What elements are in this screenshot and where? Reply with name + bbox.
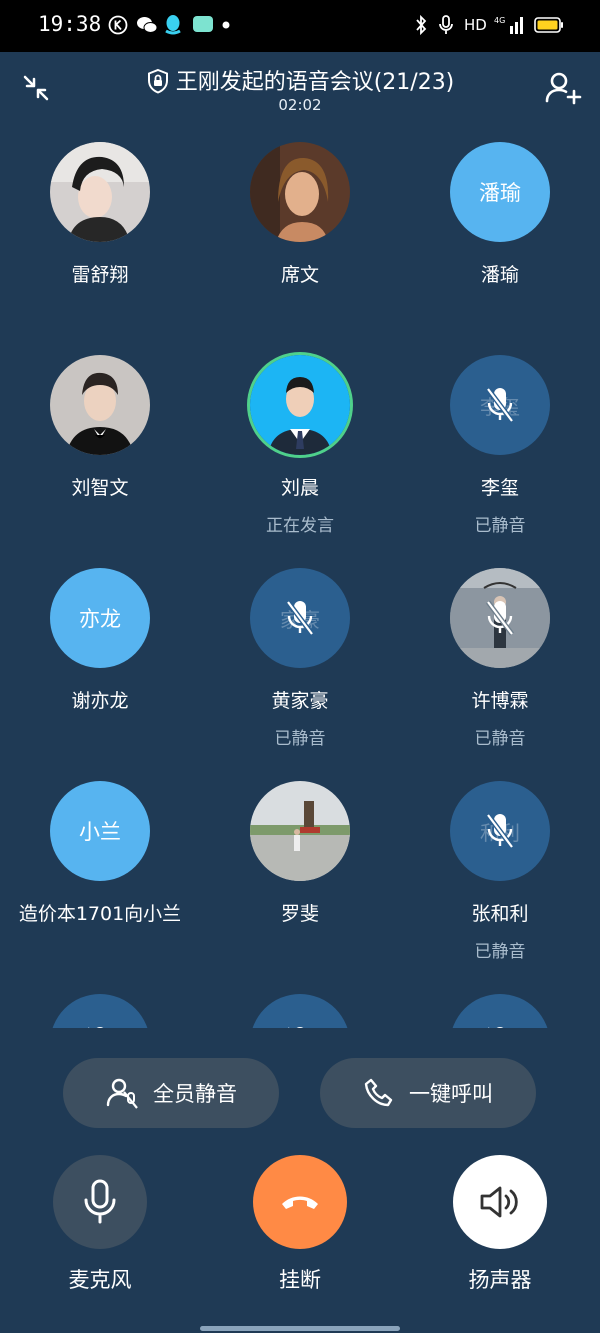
mute-all-button[interactable]: 全员静音 (63, 1058, 279, 1128)
avatar: 小兰 (50, 781, 150, 881)
avatar (50, 355, 150, 455)
participant-tile[interactable]: 家豪 黄家豪 已静音 (200, 548, 400, 749)
avatar (250, 355, 350, 455)
muted-status: 已静音 (274, 729, 326, 749)
mute-all-label: 全员静音 (153, 1082, 237, 1106)
avatar (50, 142, 150, 242)
mic-muted-icon (486, 600, 514, 636)
avatar: 和利 (450, 781, 550, 881)
mic-status-icon (438, 14, 454, 36)
avatar (250, 142, 350, 242)
mic-muted-icon (286, 600, 314, 636)
speaker-button[interactable] (453, 1155, 547, 1249)
microphone-button[interactable] (53, 1155, 147, 1249)
phone-icon (364, 1078, 393, 1107)
participant-name: 潘瑜 (480, 264, 519, 286)
avatar: 潘瑜 (450, 142, 550, 242)
participant-tile[interactable]: 罗斐 (200, 761, 400, 961)
participant-tile[interactable] (0, 974, 200, 1028)
conference-title: 王刚发起的语音会议(21/23) (0, 64, 600, 96)
participant-name: 罗斐 (280, 903, 319, 925)
add-person-icon (545, 72, 582, 105)
participant-name: 张和利 (471, 903, 529, 925)
add-participant-button[interactable] (544, 70, 582, 106)
participant-tile[interactable]: 亦龙 谢亦龙 (0, 548, 200, 748)
home-indicator[interactable] (200, 1326, 400, 1331)
avatar: 家豪 (250, 568, 350, 668)
participant-name: 许博霖 (471, 690, 529, 712)
muted-status: 已静音 (474, 942, 526, 962)
status-time: 19:38 (38, 12, 102, 36)
participant-grid: 雷舒翔 席文 潘瑜 潘瑜 刘智文 刘晨 正在发言 李玺 李玺 已静音 亦龙 (0, 122, 600, 1028)
call-all-button[interactable]: 一键呼叫 (320, 1058, 536, 1128)
participant-tile[interactable] (200, 974, 400, 1028)
avatar (50, 994, 150, 1028)
avatar: 李玺 (450, 355, 550, 455)
qq-icon (164, 14, 182, 36)
mic-muted-icon (88, 1026, 104, 1028)
participant-tile[interactable]: 雷舒翔 (0, 122, 200, 322)
avatar (250, 994, 350, 1028)
svg-text:4G: 4G (494, 16, 505, 25)
participant-tile[interactable]: 许博霖 已静音 (400, 548, 600, 749)
avatar: 亦龙 (50, 568, 150, 668)
microphone-label: 麦克风 (68, 1268, 132, 1292)
participant-name: 谢亦龙 (71, 690, 129, 712)
participant-name: 席文 (280, 264, 319, 286)
muted-status: 已静音 (474, 516, 526, 536)
participant-name: 刘智文 (71, 477, 129, 499)
avatar (250, 781, 350, 881)
participant-name: 刘晨 (280, 477, 319, 499)
participant-name: 雷舒翔 (71, 264, 129, 286)
mic-muted-icon (486, 387, 514, 423)
hangup-label: 挂断 (279, 1268, 321, 1292)
chat-app-icon (192, 14, 214, 36)
participant-tile[interactable] (400, 974, 600, 1028)
avatar (450, 994, 550, 1028)
mic-muted-icon (288, 1026, 304, 1028)
k-app-icon (108, 14, 128, 36)
participant-name: 黄家豪 (271, 690, 329, 712)
participant-tile[interactable]: 潘瑜 潘瑜 (400, 122, 600, 322)
speaker-label: 扬声器 (468, 1268, 532, 1292)
avatar (450, 568, 550, 668)
participant-tile[interactable]: 李玺 李玺 已静音 (400, 335, 600, 536)
call-all-label: 一键呼叫 (409, 1082, 493, 1106)
mic-muted-icon (486, 813, 514, 849)
participant-name: 造价本1701向小兰 (18, 903, 182, 925)
speaking-status: 正在发言 (266, 516, 334, 536)
participant-tile[interactable]: 刘智文 (0, 335, 200, 535)
bluetooth-icon (414, 14, 428, 36)
participant-tile[interactable]: 小兰 造价本1701向小兰 (0, 761, 200, 961)
participant-tile[interactable]: 和利 张和利 已静音 (400, 761, 600, 962)
hd-label: HD (464, 16, 487, 34)
status-bar: 19:38 HD 4G (0, 0, 600, 52)
hangup-icon (282, 1196, 318, 1209)
shield-lock-icon (147, 68, 168, 94)
muted-status: 已静音 (474, 729, 526, 749)
hangup-button[interactable] (253, 1155, 347, 1249)
notification-dot-icon (222, 14, 230, 36)
participant-tile[interactable]: 刘晨 正在发言 (200, 335, 400, 536)
mic-muted-icon (488, 1026, 504, 1028)
wechat-icon (136, 14, 158, 36)
signal-icon: 4G (494, 14, 526, 36)
participant-tile[interactable]: 席文 (200, 122, 400, 322)
participant-name: 李玺 (480, 477, 519, 499)
mute-all-icon (106, 1078, 138, 1109)
conference-header: 王刚发起的语音会议(21/23) 02:02 (0, 52, 600, 122)
battery-icon (534, 14, 564, 36)
microphone-icon (84, 1179, 116, 1224)
call-timer: 02:02 (278, 96, 322, 114)
conference-title-text: 王刚发起的语音会议(21/23) (175, 70, 455, 95)
speaker-icon (480, 1186, 518, 1218)
